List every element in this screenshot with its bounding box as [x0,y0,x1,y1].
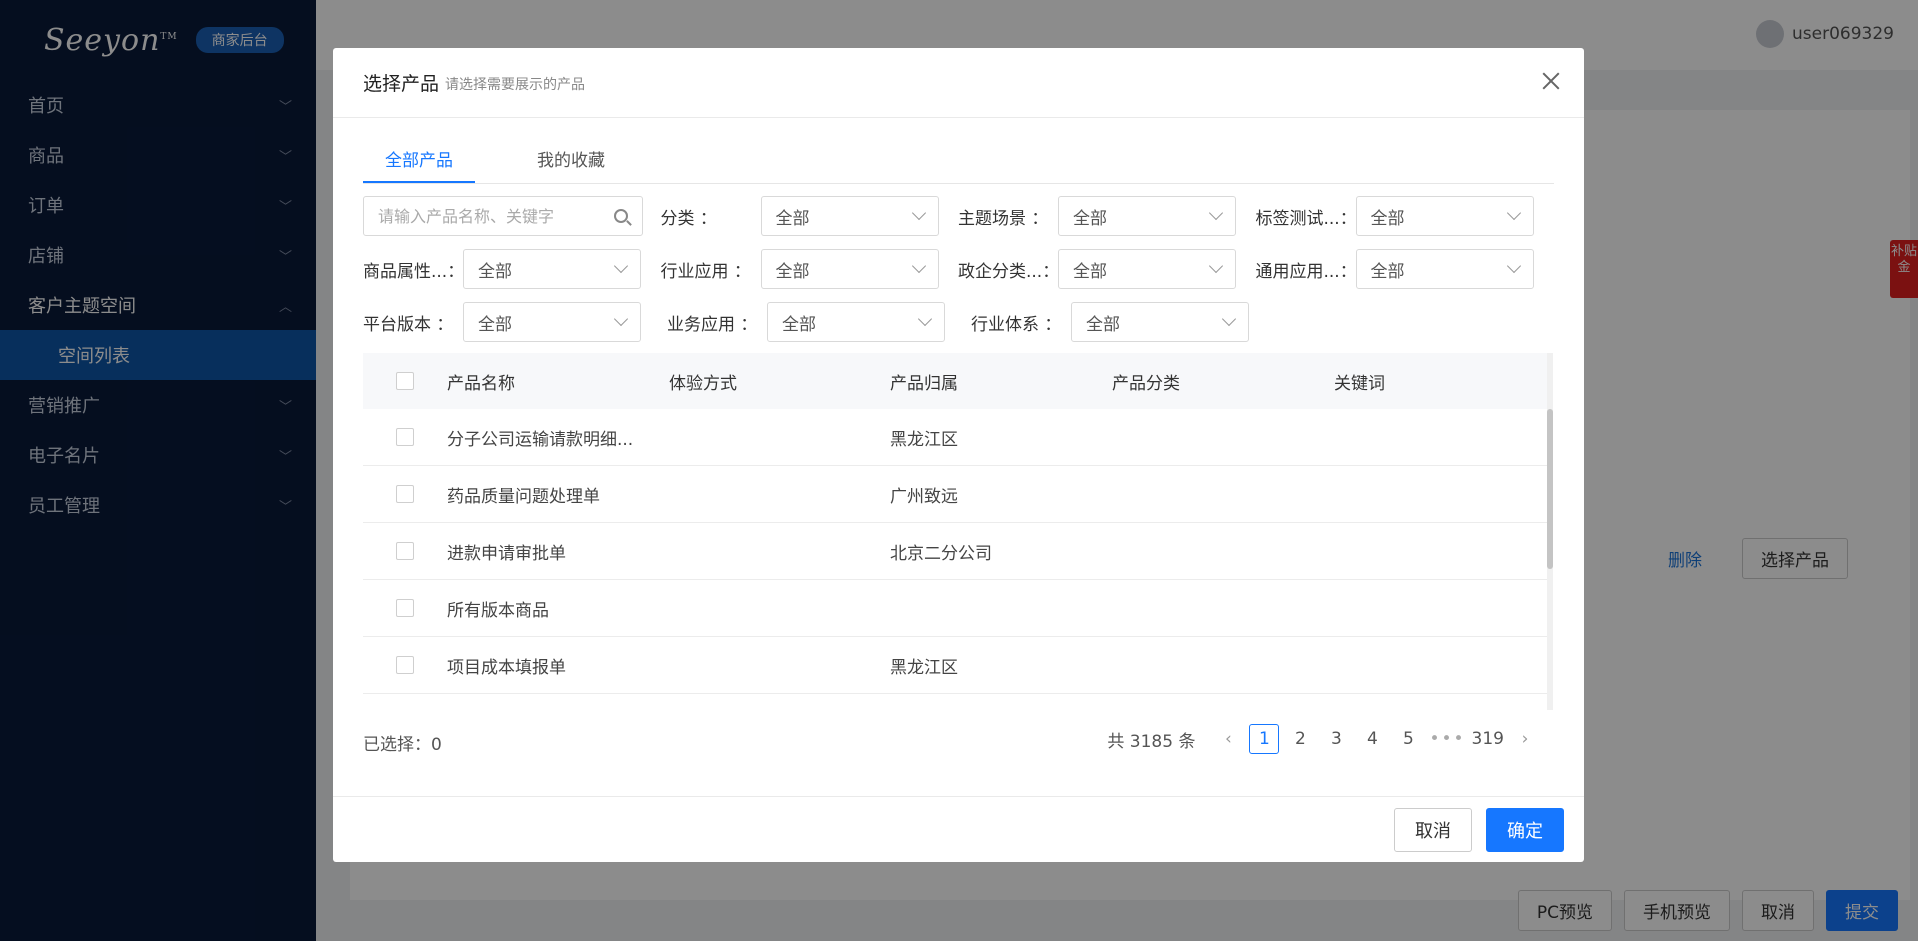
row-checkbox[interactable] [396,542,414,560]
filter-attr-select[interactable]: 全部 [463,249,641,289]
filter-label: 主题场景 ： [958,208,1049,229]
scrollbar-thumb[interactable] [1547,409,1553,569]
page-button[interactable]: 1 [1249,724,1280,754]
select-product-modal: 选择产品 请选择需要展示的产品 全部产品 我的收藏 分类 ： 全部 主题场景 ： 全… [333,48,1584,862]
filter-platform-select[interactable]: 全部 [463,302,641,342]
filter-label: 平台版本 ： [363,314,454,335]
filter-general-select[interactable]: 全部 [1355,249,1534,289]
filter-gov-select[interactable]: 全部 [1058,249,1236,289]
table-row[interactable]: 项目成本填报单 黑龙江区 [363,637,1553,694]
chevron-down-icon [1221,311,1237,327]
column-header: 产品名称 [447,373,515,394]
table-header: 产品名称 体验方式 产品归属 产品分类 关键词 [363,353,1553,409]
select-value: 全部 [782,314,816,335]
filter-label: 分类 ： [660,208,717,229]
column-header: 产品分类 [1112,373,1180,394]
row-checkbox[interactable] [396,485,414,503]
filter-category-select[interactable]: 全部 [760,196,939,236]
page-ellipsis[interactable]: ••• [1429,724,1465,754]
tab-favorites[interactable]: 我的收藏 [515,118,627,183]
chevron-down-icon [613,258,629,274]
chevron-down-icon [1506,205,1521,221]
row-checkbox[interactable] [396,656,414,674]
search-input[interactable] [378,206,598,226]
cell-name: 药品质量问题处理单 [447,486,600,507]
table-row[interactable]: 分子公司运输请款明细... 黑龙江区 [363,409,1553,466]
select-value: 全部 [775,261,810,282]
column-header: 体验方式 [669,373,737,394]
tabs: 全部产品 我的收藏 [363,118,1554,184]
filter-scene-select[interactable]: 全部 [1058,196,1236,236]
close-icon[interactable] [1540,70,1562,92]
search-icon[interactable] [614,209,628,223]
filter-label: 标签测试...： [1255,208,1357,229]
pagination: 共 3185 条 ‹ 1 2 3 4 5 ••• 319 › [1107,724,1540,754]
filter-label: 政企分类...： [958,261,1060,282]
total-count: 共 3185 条 [1107,731,1196,752]
chevron-down-icon [613,311,629,327]
modal-footer: 取消 确定 [333,796,1584,862]
filter-label: 通用应用...： [1255,261,1357,282]
page-button[interactable]: 4 [1357,724,1387,754]
chevron-down-icon [911,258,926,274]
column-header: 关键词 [1334,373,1385,394]
select-value: 全部 [478,261,512,282]
modal-ok-button[interactable]: 确定 [1486,807,1564,852]
modal-cancel-button[interactable]: 取消 [1394,807,1472,852]
table-scrollbar[interactable] [1547,353,1553,710]
cell-name: 项目成本填报单 [447,657,566,678]
filter-industry-select[interactable]: 全部 [760,249,939,289]
row-checkbox[interactable] [396,599,414,617]
table-row[interactable]: 进款申请审批单 北京二分公司 [363,523,1553,580]
cell-owner: 北京二分公司 [890,543,992,564]
product-table: 产品名称 体验方式 产品归属 产品分类 关键词 分子公司运输请款明细... 黑龙… [363,353,1553,710]
chevron-down-icon [911,205,926,221]
modal-header: 选择产品 请选择需要展示的产品 [333,48,1584,118]
next-page-icon[interactable]: › [1510,724,1540,754]
tab-all-products[interactable]: 全部产品 [363,118,475,183]
row-checkbox[interactable] [396,428,414,446]
select-value: 全部 [1073,208,1107,229]
cell-owner: 黑龙江区 [890,429,958,450]
cell-owner: 黑龙江区 [890,657,958,678]
select-value: 全部 [1370,208,1405,229]
filter-label: 行业体系 ： [971,314,1062,335]
cell-name: 所有版本商品 [447,600,549,621]
filter-label: 业务应用 ： [667,314,758,335]
chevron-down-icon [1208,258,1224,274]
filter-label: 行业应用 ： [660,261,751,282]
filter-label: 商品属性...： [363,261,465,282]
search-box [363,196,643,236]
chevron-down-icon [917,311,933,327]
table-row[interactable]: 药品质量问题处理单 广州致远 [363,466,1553,523]
page-button-last[interactable]: 319 [1472,724,1504,754]
page-button[interactable]: 3 [1321,724,1351,754]
page-button[interactable]: 5 [1393,724,1423,754]
filter-tag-select[interactable]: 全部 [1355,196,1534,236]
selected-count: 已选择：0 [363,735,442,755]
table-row[interactable]: 所有版本商品 [363,580,1553,637]
prev-page-icon[interactable]: ‹ [1213,724,1243,754]
modal-title: 选择产品 [363,73,440,95]
select-value: 全部 [478,314,512,335]
column-header: 产品归属 [890,373,958,394]
chevron-down-icon [1506,258,1521,274]
filter-system-select[interactable]: 全部 [1071,302,1249,342]
filters: 分类 ： 全部 主题场景 ： 全部 标签测试...： 全部 商品属性...： 全部 行业… [363,196,1553,355]
page-button[interactable]: 2 [1285,724,1315,754]
select-value: 全部 [1370,261,1405,282]
select-all-checkbox[interactable] [396,372,414,390]
cell-name: 分子公司运输请款明细... [447,429,634,450]
chevron-down-icon [1208,205,1224,221]
select-value: 全部 [775,208,810,229]
select-value: 全部 [1073,261,1107,282]
cell-name: 进款申请审批单 [447,543,566,564]
filter-business-select[interactable]: 全部 [767,302,945,342]
modal-subtitle: 请选择需要展示的产品 [445,77,586,93]
cell-owner: 广州致远 [890,486,958,507]
select-value: 全部 [1086,314,1120,335]
